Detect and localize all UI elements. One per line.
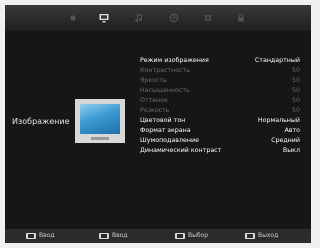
menu-item-label: Насыщенность <box>140 87 190 94</box>
category-title: Изображение <box>12 117 70 126</box>
menu-item-dynamic-contrast[interactable]: Динамический контраст Выкл <box>138 146 302 156</box>
tab-bar <box>5 5 311 31</box>
hint-label: Выбор <box>188 232 209 239</box>
menu-item-noise-reduction[interactable]: Шумоподавление Средний <box>138 136 302 146</box>
menu-item-value: Стандартный <box>254 57 300 64</box>
menu-item-value: Выкл <box>282 147 300 154</box>
tab-time[interactable] <box>168 12 180 24</box>
menu-item-value: 50 <box>291 77 300 84</box>
menu-item-value: 50 <box>291 87 300 94</box>
hint-label: Выход <box>258 232 279 239</box>
menu-item-value: 50 <box>291 107 300 114</box>
clock-icon <box>169 13 179 23</box>
menu-item-label: Динамический контраст <box>140 147 222 154</box>
lock-icon <box>238 13 244 22</box>
menu-item-saturation[interactable]: Насыщенность 50 <box>138 86 302 96</box>
menu-item-label: Яркость <box>140 77 167 84</box>
tv-screen-graphic <box>80 104 120 134</box>
key-icon <box>245 233 255 239</box>
menu-item-label: Контрастность <box>140 67 190 74</box>
menu-item-label: Формат экрана <box>140 127 191 134</box>
tab-tv[interactable] <box>67 12 79 24</box>
menu-item-sharpness[interactable]: Резкость 50 <box>138 106 302 116</box>
menu-item-value: Средний <box>271 137 300 144</box>
menu-item-label: Оттенок <box>140 97 168 104</box>
tab-sound[interactable] <box>133 12 145 24</box>
hint-label: Ввод <box>112 232 128 239</box>
hint-bar: Ввод Ввод Выбор Выход <box>5 229 311 243</box>
menu-item-label: Режим изображения <box>140 57 209 64</box>
menu-item-value: Нормальный <box>257 117 300 124</box>
display-icon <box>99 14 109 23</box>
osd-screen: Изображение Режим изображения Стандартны… <box>5 5 311 243</box>
music-note-icon <box>135 14 142 23</box>
hint-label: Ввод <box>39 232 55 239</box>
menu-item-color-tone[interactable]: Цветовой тон Нормальный <box>138 116 302 126</box>
menu-item-label: Шумоподавление <box>140 137 199 144</box>
menu-item-hue[interactable]: Оттенок 50 <box>138 96 302 106</box>
tv-stand-graphic <box>91 137 109 140</box>
menu-item-value: 50 <box>291 67 300 74</box>
menu-item-label: Цветовой тон <box>140 117 186 124</box>
menu-item-picture-mode[interactable]: Режим изображения Стандартный <box>138 56 302 66</box>
menu-item-contrast[interactable]: Контрастность 50 <box>138 66 302 76</box>
menu-item-value: Авто <box>284 127 300 134</box>
tab-picture[interactable] <box>98 12 110 24</box>
key-icon <box>99 233 109 239</box>
menu-item-brightness[interactable]: Яркость 50 <box>138 76 302 86</box>
key-icon <box>175 233 185 239</box>
menu-item-label: Резкость <box>140 107 170 114</box>
tab-options[interactable] <box>202 12 214 24</box>
tab-lock[interactable] <box>235 12 247 24</box>
key-icon <box>26 233 36 239</box>
menu-item-value: 50 <box>291 97 300 104</box>
tv-screen-icon <box>70 15 76 21</box>
grid-icon <box>205 15 211 21</box>
menu-item-aspect-ratio[interactable]: Формат экрана Авто <box>138 126 302 136</box>
settings-menu: Режим изображения Стандартный Контрастно… <box>138 56 302 156</box>
picture-illustration <box>75 99 125 143</box>
